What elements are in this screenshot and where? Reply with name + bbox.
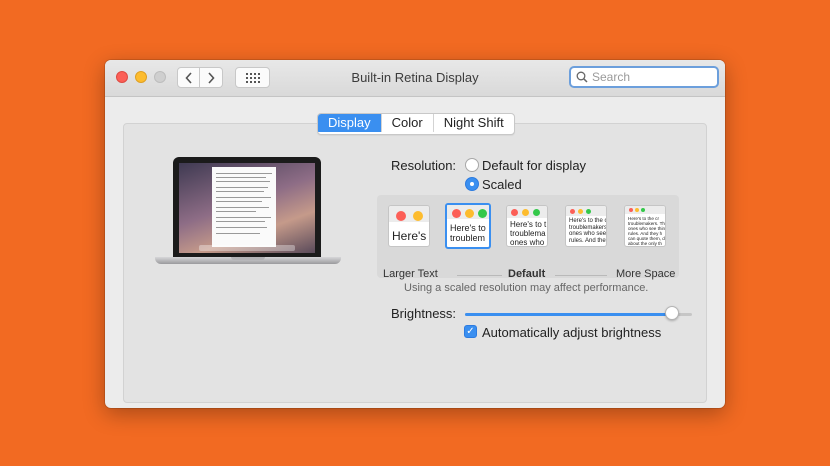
performance-note: Using a scaled resolution may affect per… bbox=[404, 282, 649, 294]
scaled-label[interactable]: Scaled bbox=[482, 177, 522, 192]
resolution-label: Resolution: bbox=[391, 158, 457, 173]
tab-display[interactable]: Display bbox=[318, 114, 381, 132]
default-for-display-label[interactable]: Default for display bbox=[482, 158, 586, 173]
brightness-fill bbox=[465, 313, 672, 316]
search-icon bbox=[576, 71, 588, 83]
scaling-picker: Here's Here's to troublem Here's to t tr… bbox=[377, 195, 679, 280]
brightness-slider-knob[interactable] bbox=[665, 306, 679, 320]
tab-night-shift[interactable]: Night Shift bbox=[432, 114, 514, 132]
auto-brightness-label[interactable]: Automatically adjust brightness bbox=[482, 325, 661, 340]
scale-option-2[interactable]: Here's to troublem bbox=[445, 203, 491, 249]
larger-text-label: Larger Text bbox=[383, 268, 438, 280]
radio-default-for-display[interactable] bbox=[465, 158, 479, 172]
default-label: Default bbox=[508, 268, 546, 280]
scale-option-5[interactable]: Here's to the cr troublemakers. Th ones … bbox=[624, 205, 666, 247]
tab-bar: Display Color Night Shift bbox=[317, 113, 515, 135]
brightness-slider[interactable] bbox=[465, 313, 692, 316]
auto-brightness-checkbox[interactable]: ✓ bbox=[464, 325, 477, 338]
search-input[interactable] bbox=[588, 70, 707, 84]
more-space-label: More Space bbox=[616, 268, 676, 280]
titlebar: Built-in Retina Display bbox=[105, 60, 725, 97]
tab-color[interactable]: Color bbox=[380, 114, 433, 132]
search-field[interactable] bbox=[569, 66, 719, 88]
brightness-label: Brightness: bbox=[391, 306, 457, 321]
scale-option-3[interactable]: Here's to t troublema ones who bbox=[506, 205, 548, 247]
display-preferences-window: Built-in Retina Display Display Color Ni… bbox=[105, 60, 725, 408]
scale-option-1[interactable]: Here's bbox=[388, 205, 430, 247]
scale-option-4[interactable]: Here's to the c troublemakers. ones who … bbox=[565, 205, 607, 247]
radio-scaled[interactable] bbox=[465, 177, 479, 191]
